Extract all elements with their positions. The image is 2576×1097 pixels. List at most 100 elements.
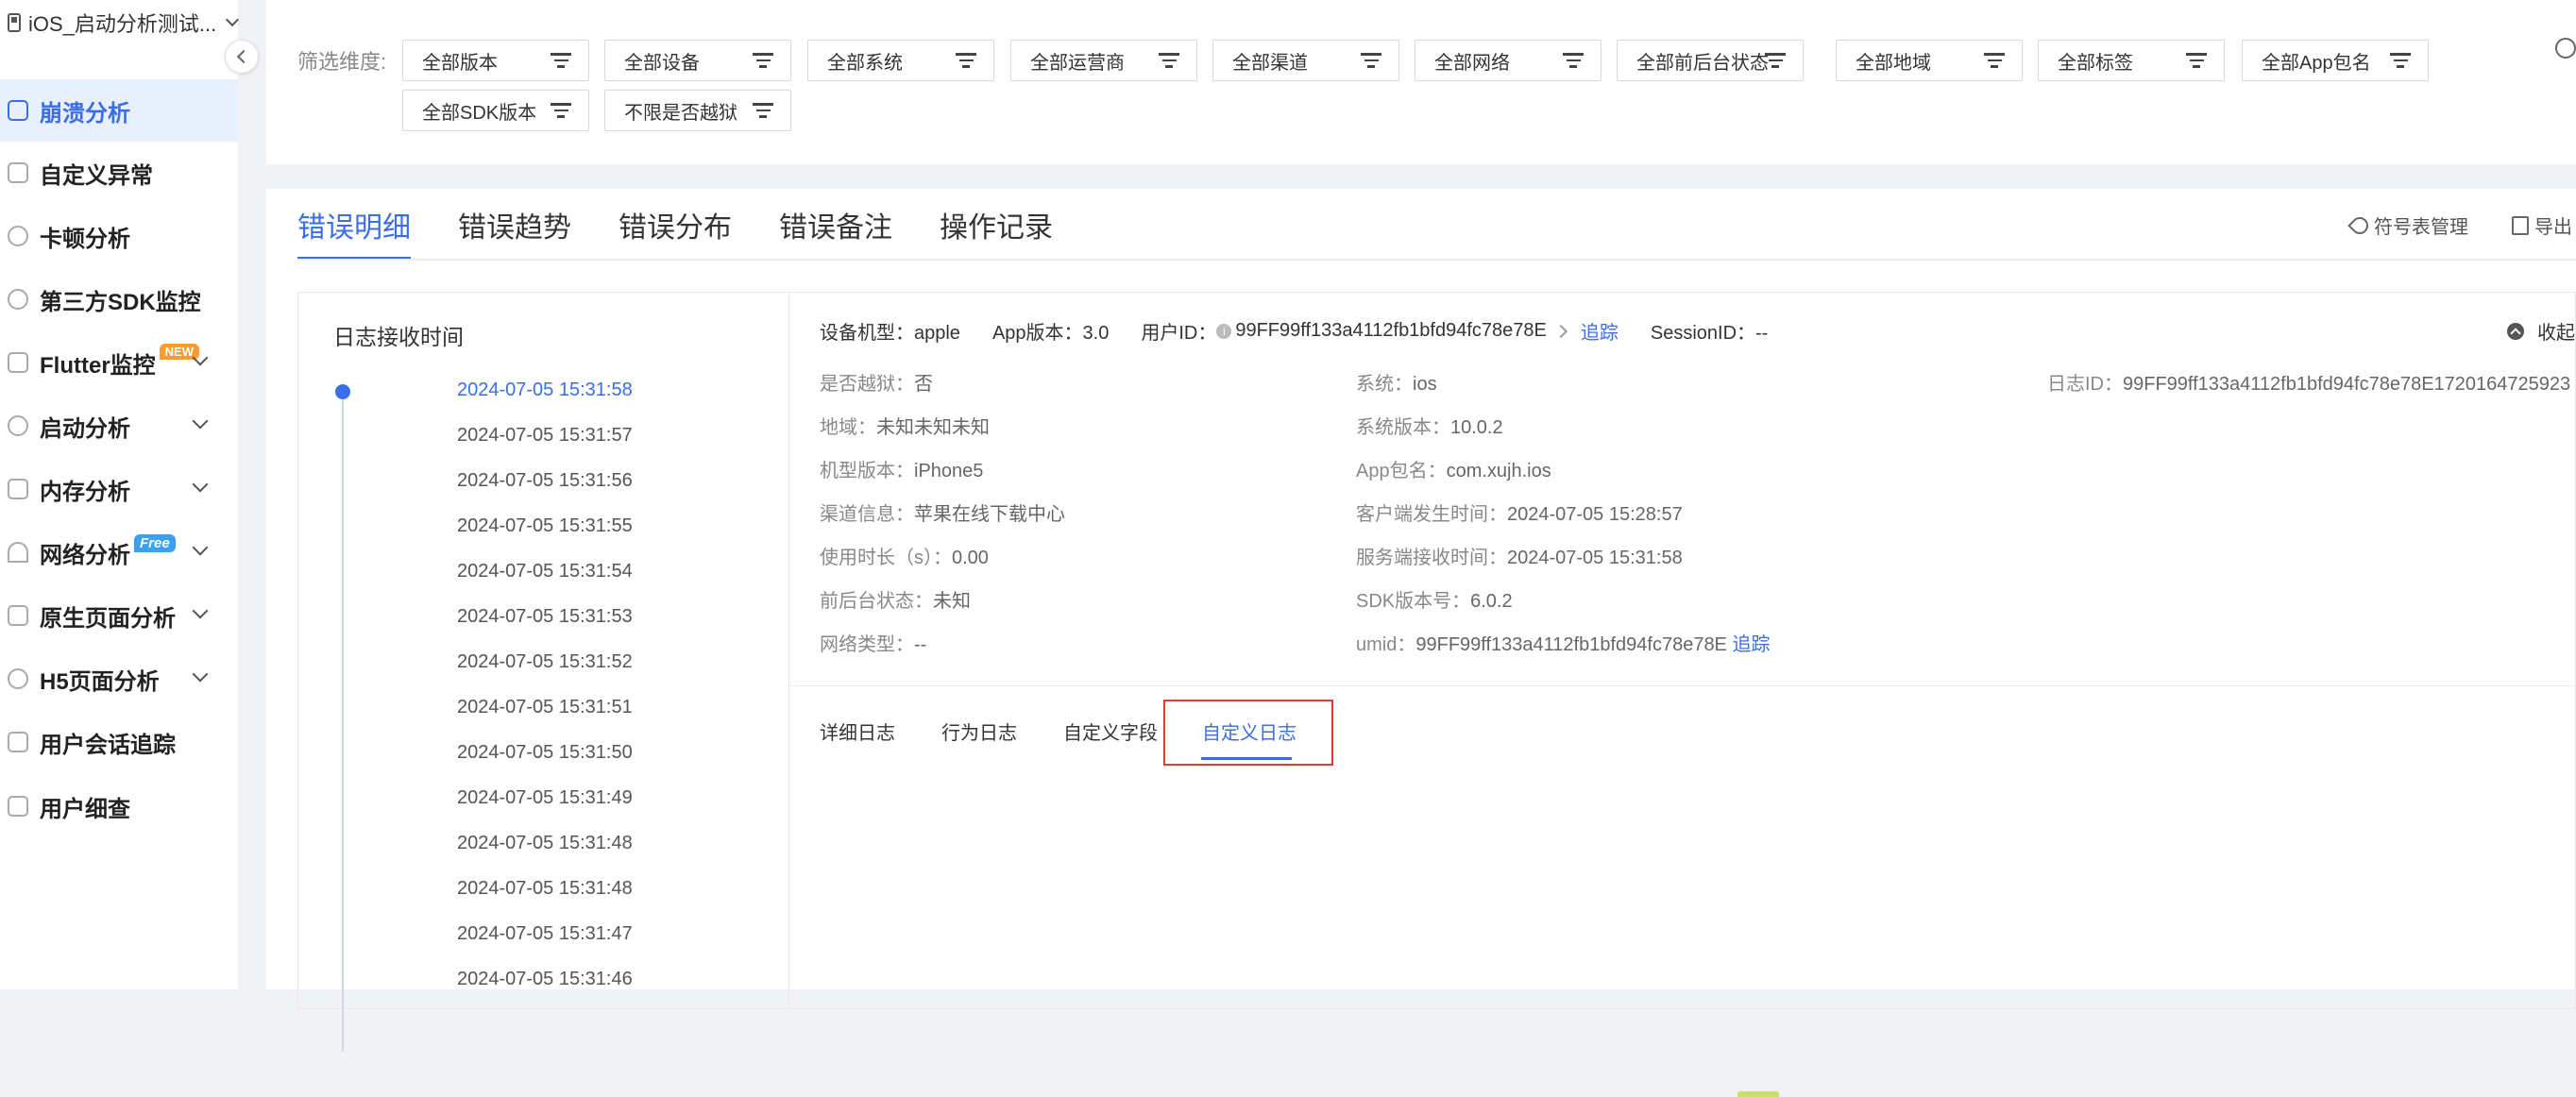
sidebar-item-crash-analysis[interactable]: 崩溃分析 (0, 79, 238, 142)
log-time-item[interactable]: 2024-07-05 15:31:55 (457, 515, 633, 537)
filter-icon (551, 103, 571, 118)
export-label: 导出 (2534, 217, 2572, 238)
field-key: 系统版本： (1356, 417, 1450, 438)
field-value: 未知 (933, 591, 971, 612)
log-time-item[interactable]: 2024-07-05 15:31:49 (457, 787, 633, 809)
sidebar-item-label: 崩溃分析 (40, 100, 130, 127)
log-time-item[interactable]: 2024-07-05 15:31:53 (457, 606, 633, 628)
filter-text: 全部地域 (1856, 52, 1931, 74)
filter-version[interactable]: 全部版本 (402, 40, 589, 81)
umid-track-link[interactable]: 追踪 (1732, 634, 1770, 655)
filter-channel[interactable]: 全部渠道 (1212, 40, 1399, 81)
subtab-behavior-log[interactable]: 行为日志 (941, 717, 1017, 745)
user-track-link[interactable]: 追踪 (1581, 317, 1618, 345)
log-time-item[interactable]: 2024-07-05 15:31:50 (457, 742, 633, 764)
filter-icon (1361, 53, 1381, 68)
sidebar-item-user-detail[interactable]: 用户细查 (0, 775, 238, 837)
settings-icon[interactable] (2555, 38, 2576, 59)
tab-error-trend[interactable]: 错误趋势 (458, 189, 571, 261)
filter-icon (2186, 53, 2207, 68)
field-key: 机型版本： (820, 461, 914, 481)
filter-network[interactable]: 全部网络 (1415, 40, 1602, 81)
filter-foreground-state[interactable]: 全部前后台状态 (1617, 40, 1804, 81)
sidebar-item-label: 第三方SDK监控 (40, 289, 201, 315)
chart-icon (8, 162, 28, 183)
app-version: App版本：3.0 (991, 323, 1110, 344)
log-time-item[interactable]: 2024-07-05 15:31:51 (457, 697, 633, 718)
sidebar-item-memory-analysis[interactable]: 内存分析 (0, 458, 238, 520)
filter-icon (2390, 53, 2411, 68)
filter-text: 全部前后台状态 (1636, 52, 1769, 74)
log-time-item[interactable]: 2024-07-05 15:31:58 (457, 380, 633, 401)
field-value: 2024-07-05 15:31:58 (1507, 548, 1683, 568)
filter-text: 不限是否越狱 (624, 102, 737, 124)
log-time-item[interactable]: 2024-07-05 15:31:56 (457, 470, 633, 492)
tab-operation-log[interactable]: 操作记录 (940, 189, 1053, 261)
field-key: umid： (1356, 634, 1416, 655)
tab-error-notes[interactable]: 错误备注 (779, 189, 892, 261)
field-key: 客户端发生时间： (1356, 504, 1507, 525)
sidebar-item-session-tracking[interactable]: 用户会话追踪 (0, 711, 238, 773)
field-value: 未知未知未知 (876, 417, 990, 438)
sidebar-item-custom-exception[interactable]: 自定义异常 (0, 142, 238, 204)
tab-error-distribution[interactable]: 错误分布 (619, 189, 732, 261)
field-value: 99FF99ff133a4112fb1bfd94fc78e78E17201647… (2123, 374, 2571, 395)
tab-error-detail[interactable]: 错误明细 (297, 189, 411, 261)
filter-app-package[interactable]: 全部App包名 (2242, 40, 2429, 81)
log-time-item[interactable]: 2024-07-05 15:31:54 (457, 561, 633, 582)
log-time-item[interactable]: 2024-07-05 15:31:47 (457, 923, 633, 945)
log-time-item[interactable]: 2024-07-05 15:31:57 (457, 425, 633, 447)
log-time-item[interactable]: 2024-07-05 15:31:48 (457, 833, 633, 854)
sidebar-item-h5-page[interactable]: H5页面分析 (0, 648, 238, 710)
error-detail-panel: 设备机型：apple App版本：3.0 用户ID： i 99FF99ff133… (788, 292, 2576, 1097)
field-server-time: 服务端接收时间：2024-07-05 15:31:58 (1356, 542, 1683, 569)
subtab-custom-fields[interactable]: 自定义字段 (1063, 717, 1158, 745)
clock-icon (8, 226, 28, 246)
sidebar-item-third-party-sdk[interactable]: 第三方SDK监控 (0, 268, 238, 330)
sidebar-item-network-analysis[interactable]: 网络分析 Free (0, 521, 238, 583)
device-model: 设备机型：apple (820, 323, 960, 344)
app-selector[interactable]: iOS_启动分析测试... (8, 6, 240, 40)
export-icon (2512, 215, 2529, 235)
user-id-label: 用户ID： (1141, 323, 1217, 344)
filter-tag[interactable]: 全部标签 (2038, 40, 2225, 81)
filter-panel: 筛选维度: 全部版本 全部设备 全部系统 全部运营商 全部渠道 全部网络 全部前… (266, 0, 2576, 164)
subtab-detail-log[interactable]: 详细日志 (820, 717, 895, 745)
field-key: 地域： (820, 417, 876, 438)
filter-label: 筛选维度: (297, 50, 387, 74)
field-key: 渠道信息： (820, 504, 914, 525)
field-key: App包名： (1356, 461, 1447, 481)
filter-sdk-version[interactable]: 全部SDK版本 (402, 90, 589, 131)
chevron-down-icon (192, 413, 209, 430)
field-value: 苹果在线下载中心 (914, 504, 1065, 525)
flutter-icon (8, 352, 28, 373)
tab-bar: 错误明细 错误趋势 错误分布 错误备注 操作记录 (297, 189, 1053, 261)
log-time-item[interactable]: 2024-07-05 15:31:52 (457, 651, 633, 673)
filter-region[interactable]: 全部地域 (1836, 40, 2023, 81)
sidebar-item-lag-analysis[interactable]: 卡顿分析 (0, 205, 238, 267)
field-value: iPhone5 (914, 461, 984, 481)
tab-divider (297, 259, 2576, 261)
launch-icon (8, 415, 28, 436)
filter-text: 全部标签 (2058, 52, 2133, 74)
sidebar-item-launch-analysis[interactable]: 启动分析 (0, 395, 238, 457)
filter-carrier[interactable]: 全部运营商 (1010, 40, 1197, 81)
collapse-toggle[interactable]: 收起 (2507, 317, 2575, 345)
sidebar-item-flutter[interactable]: Flutter监控 NEW (0, 331, 238, 394)
field-value: 99FF99ff133a4112fb1bfd94fc78e78E (1415, 634, 1727, 655)
filter-jailbreak[interactable]: 不限是否越狱 (604, 90, 791, 131)
wrench-icon (2347, 212, 2372, 238)
filter-device[interactable]: 全部设备 (604, 40, 791, 81)
filter-system[interactable]: 全部系统 (807, 40, 994, 81)
log-time-item[interactable]: 2024-07-05 15:31:48 (457, 878, 633, 900)
symbol-table-link[interactable]: 符号表管理 (2347, 211, 2468, 239)
field-app-package: App包名：com.xujh.ios (1356, 455, 1551, 482)
detail-divider (789, 685, 2575, 686)
log-time-item[interactable]: 2024-07-05 15:31:46 (457, 969, 633, 990)
highlight-box (1163, 700, 1333, 766)
sidebar-collapse-button[interactable] (225, 40, 259, 74)
log-time-title: 日志接收时间 (333, 325, 464, 349)
sidebar-item-native-page[interactable]: 原生页面分析 (0, 584, 238, 647)
field-jailbreak: 是否越狱：否 (820, 368, 933, 396)
export-link[interactable]: 导出 (2512, 211, 2572, 239)
